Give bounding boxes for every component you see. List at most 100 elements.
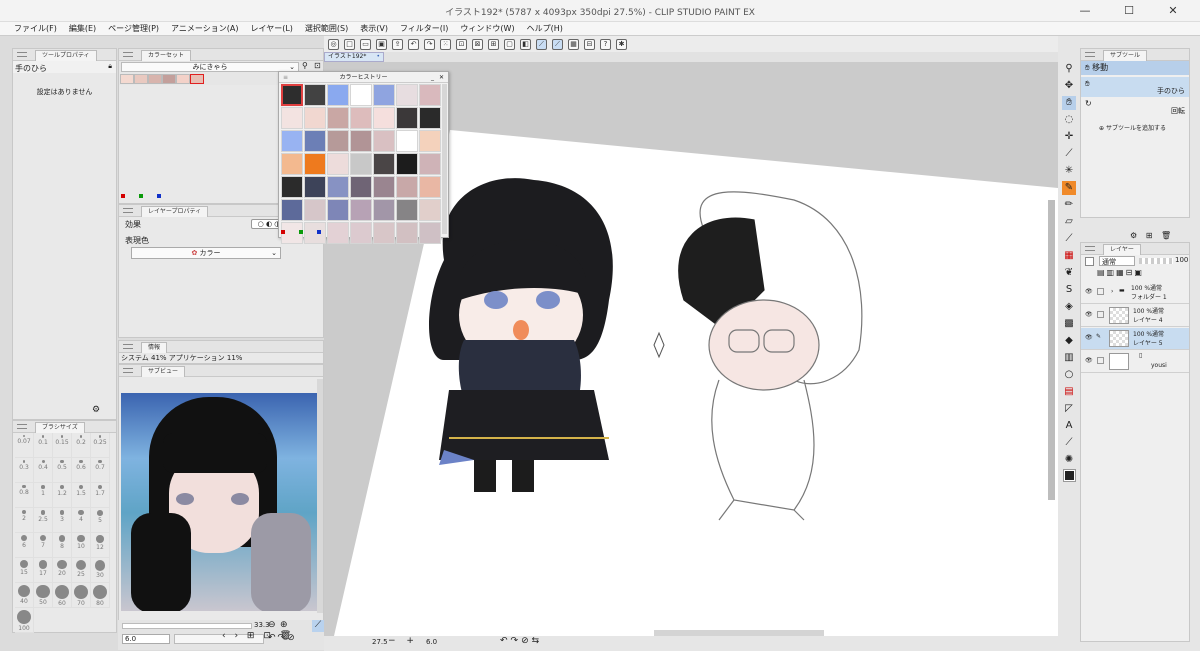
frame-tool-icon[interactable]: ▩ [1062, 317, 1076, 331]
grip-icon[interactable] [17, 52, 27, 57]
grip-icon[interactable] [123, 344, 133, 349]
gradient-tool-icon[interactable]: ▥ [1062, 351, 1076, 365]
brush-size-cell[interactable]: 25 [72, 558, 91, 583]
brush-size-cell[interactable]: 0.15 [53, 433, 72, 458]
settings-icon[interactable]: ⚙︎ [92, 405, 100, 415]
layer-tab[interactable]: レイヤー [1103, 244, 1141, 255]
snap-ruler-icon[interactable]: ⟋ [536, 38, 547, 50]
brush-size-cell[interactable]: 70 [72, 583, 91, 608]
eye-icon[interactable]: 👁︎ [1085, 334, 1093, 341]
brush-size-value[interactable]: 6.0 [122, 634, 170, 644]
history-color-swatch[interactable] [373, 222, 395, 244]
eyedropper-tool-icon[interactable]: ⟋ [1062, 147, 1076, 161]
history-color-swatch[interactable] [281, 107, 303, 129]
history-color-swatch[interactable] [350, 130, 372, 152]
brush-size-cell[interactable]: 80 [91, 583, 110, 608]
brush-size-cell[interactable]: 0.2 [72, 433, 91, 458]
brush-size-cell[interactable]: 30 [91, 558, 110, 583]
history-color-swatch[interactable] [350, 222, 372, 244]
history-color-swatch[interactable] [327, 130, 349, 152]
lock-checkbox[interactable] [1097, 311, 1104, 318]
brush-size-cell[interactable]: 0.6 [72, 458, 91, 483]
deselect-icon[interactable]: ⊡ [456, 38, 467, 50]
line-correction-icon[interactable]: ⟋ [1062, 436, 1076, 450]
brush-size-cell[interactable]: 3 [53, 508, 72, 533]
history-color-swatch[interactable] [373, 84, 395, 106]
history-color-swatch[interactable] [327, 199, 349, 221]
brush-size-cell[interactable]: 8 [53, 533, 72, 558]
brush-size-cell[interactable]: 40 [15, 583, 34, 608]
sub-tool-group[interactable]: ✋︎ 移動 [1081, 61, 1189, 75]
sparkle-tool-icon[interactable]: ✺ [1062, 453, 1076, 467]
history-color-swatch[interactable] [304, 130, 326, 152]
snap-grid-icon[interactable]: ▦ [568, 38, 579, 50]
history-color-swatch[interactable] [304, 153, 326, 175]
blend-mode-select[interactable]: 通常 [1099, 256, 1135, 266]
history-color-swatch[interactable] [327, 84, 349, 106]
brush-size-cell[interactable]: 17 [34, 558, 53, 583]
lock-checkbox[interactable] [1097, 288, 1104, 295]
history-color-swatch[interactable] [373, 153, 395, 175]
export-icon[interactable]: ⇪ [392, 38, 403, 50]
history-color-swatch[interactable] [396, 130, 418, 152]
grip-icon[interactable] [123, 208, 133, 213]
history-color-swatch[interactable] [350, 199, 372, 221]
layer-toolbar-icons[interactable]: ▤▥▦⊟▣ [1081, 268, 1189, 280]
color-swatch[interactable] [134, 74, 148, 84]
layer-row-selected[interactable]: 👁︎ ✎ 100 %通常 レイヤー 5 [1081, 328, 1189, 350]
history-color-swatch[interactable] [419, 176, 441, 198]
clip-studio-icon[interactable]: ◎ [328, 38, 339, 50]
brush-size-cell[interactable]: 4 [72, 508, 91, 533]
brush-size-cell[interactable]: 0.3 [15, 458, 34, 483]
eraser-tool-icon[interactable]: ▱ [1062, 215, 1076, 229]
brush-size-cell[interactable]: 20 [53, 558, 72, 583]
grip-icon[interactable] [1085, 52, 1095, 57]
main-color-icon[interactable] [1062, 469, 1076, 484]
menu-view[interactable]: 表示(V) [360, 23, 388, 34]
brush-size-cell[interactable]: 0.4 [34, 458, 53, 483]
history-color-swatch[interactable] [419, 222, 441, 244]
color-history-scrollbar[interactable] [442, 84, 447, 234]
menu-help[interactable]: ヘルプ(H) [527, 23, 563, 34]
color-swatch[interactable] [120, 74, 134, 84]
brush-size-cell[interactable]: 50 [34, 583, 53, 608]
grip-icon[interactable] [17, 424, 27, 429]
bucket-tool-icon[interactable]: ◆ [1062, 334, 1076, 348]
color-swatch[interactable] [148, 74, 162, 84]
history-color-swatch[interactable] [419, 130, 441, 152]
history-color-swatch[interactable] [327, 176, 349, 198]
history-color-swatch[interactable] [373, 199, 395, 221]
ruler-tool-icon[interactable]: ◸ [1062, 402, 1076, 416]
text-tool-icon[interactable]: A [1062, 419, 1076, 433]
opacity-slider[interactable] [1139, 258, 1173, 264]
pen-tool-icon[interactable]: ✎ [1062, 181, 1076, 195]
info-tab[interactable]: 情報 [141, 342, 168, 353]
grip-icon[interactable]: ≡ [283, 72, 288, 83]
history-color-swatch[interactable] [304, 176, 326, 198]
history-color-swatch[interactable] [419, 84, 441, 106]
sub-tool-item-hand[interactable]: ✋︎ 手のひら [1081, 77, 1189, 97]
menu-page[interactable]: ページ管理(P) [108, 23, 159, 34]
select-all-icon[interactable]: ⁙ [440, 38, 451, 50]
brush-size-cell[interactable]: 60 [53, 583, 72, 608]
layer-row[interactable]: 👁︎ ▯ yousi [1081, 351, 1189, 373]
eye-icon[interactable]: 👁︎ [1085, 311, 1093, 318]
menu-selection[interactable]: 選択範囲(S) [305, 23, 348, 34]
brush-size-cell[interactable]: 0.5 [53, 458, 72, 483]
brush-size-cell[interactable]: 5 [91, 508, 110, 533]
history-color-swatch[interactable] [350, 84, 372, 106]
brush-size-tab[interactable]: ブラシサイズ [35, 422, 85, 433]
history-color-swatch[interactable] [281, 130, 303, 152]
brush-size-cell[interactable]: 100 [15, 608, 34, 633]
magic-wand-icon[interactable]: ✳ [1062, 164, 1076, 178]
grip-icon[interactable] [123, 368, 133, 373]
figure-tool-icon[interactable]: ○ [1062, 368, 1076, 382]
pencil-tool-icon[interactable]: ✏ [1062, 198, 1076, 212]
lock-icon[interactable]: 🔒︎ [108, 62, 112, 71]
expression-color-select[interactable]: ✿︎ カラー ⌄ [131, 247, 281, 259]
history-color-swatch[interactable] [373, 176, 395, 198]
open-icon[interactable]: ▭ [360, 38, 371, 50]
color-swatch[interactable] [190, 74, 204, 84]
minimize-button[interactable]: — [1063, 0, 1107, 22]
menu-animation[interactable]: アニメーション(A) [171, 23, 238, 34]
